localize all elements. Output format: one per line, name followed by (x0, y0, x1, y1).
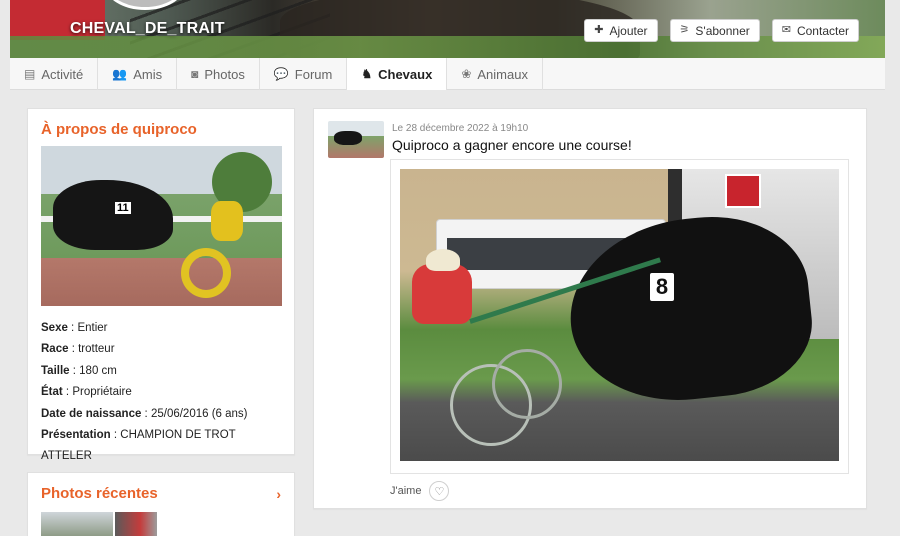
post-date: Le 28 décembre 2022 à 19h10 (392, 123, 529, 134)
recent-photos-header[interactable]: Photos récentes › (41, 485, 281, 502)
envelope-icon: ✉ (781, 24, 791, 36)
newspaper-icon: ▤ (24, 67, 36, 81)
info-label: Sexe (41, 322, 68, 334)
post-header: Le 28 décembre 2022 à 19h10 Quiproco a g… (328, 121, 852, 158)
info-value: Propriétaire (72, 386, 132, 399)
info-row: Date de naissance : 25/06/2016 (6 ans) (41, 407, 248, 420)
photo-detail (53, 180, 173, 250)
post-meta: Le 28 décembre 2022 à 19h10 Quiproco a g… (392, 121, 632, 158)
info-label: Date de naissance (41, 407, 142, 420)
paw-icon: ❀ (461, 67, 472, 81)
post-text: Quiproco a gagner encore une course! (392, 137, 632, 153)
add-user-icon: ✚ (594, 24, 604, 36)
info-row: État : Propriétaire (41, 386, 132, 399)
info-row: Présentation : CHAMPION DE TROT ATTELER (41, 429, 236, 463)
recent-photos-title: Photos récentes (41, 485, 158, 502)
photo-thumbnails (41, 512, 281, 536)
recent-photos-card: Photos récentes › (27, 472, 295, 536)
race-number: 11 (115, 202, 131, 214)
info-value: Entier (77, 322, 108, 334)
about-card: À propos de quiproco 11 Sexe : Entier Ra… (27, 108, 295, 462)
tab-label: Animaux (477, 66, 528, 82)
info-label: Taille (41, 364, 70, 377)
subscribe-label: S'abonner (695, 23, 750, 38)
info-label: Présentation (41, 429, 111, 442)
horse-icon: ♞ (361, 67, 373, 81)
tab-label: Activité (41, 66, 84, 82)
race-photo: 8 (400, 169, 839, 461)
like-label[interactable]: J'aime (390, 485, 421, 497)
photo-thumbnail[interactable] (41, 512, 113, 536)
photo-detail (211, 201, 243, 241)
photo-detail (492, 349, 562, 419)
race-bib: 8 (648, 271, 676, 303)
contact-label: Contacter (796, 23, 849, 38)
info-row: Sexe : Entier (41, 322, 108, 334)
heart-icon[interactable]: ♡ (429, 481, 450, 501)
info-label: Race (41, 343, 69, 356)
photo-detail (426, 249, 460, 271)
info-value: 180 cm (79, 364, 117, 377)
activity-post: Le 28 décembre 2022 à 19h10 Quiproco a g… (313, 108, 867, 509)
cover-banner: CHEVAL_DE_TRAIT ✚ Ajouter ⚞ S'abonner ✉ … (10, 0, 885, 58)
like-row: J'aime ♡ (390, 481, 450, 501)
contact-button[interactable]: ✉ Contacter (771, 19, 859, 42)
tab-label: Amis (133, 66, 163, 82)
info-label: État (41, 386, 63, 399)
tab-animaux[interactable]: ❀ Animaux (447, 58, 543, 90)
photo-detail (181, 248, 231, 298)
horse-info: Sexe : Entier Race : trotteur Taille : 1… (41, 318, 281, 468)
chevron-right-icon[interactable]: › (276, 486, 281, 502)
info-value: 25/06/2016 (6 ans) (150, 407, 248, 420)
tab-chevaux[interactable]: ♞ Chevaux (347, 58, 448, 90)
info-row: Race : trotteur (41, 343, 115, 356)
rss-icon: ⚞ (679, 24, 690, 36)
add-friend-label: Ajouter (609, 23, 648, 38)
info-value: trotteur (78, 343, 115, 356)
about-title: À propos de quiproco (41, 121, 197, 138)
post-avatar[interactable] (328, 121, 384, 158)
info-row: Taille : 180 cm (41, 364, 117, 377)
photo-detail (412, 264, 472, 324)
tab-label: Photos (204, 66, 245, 82)
tab-label: Chevaux (378, 66, 433, 82)
profile-tabs: ▤ Activité 👥 Amis ◙ Photos 💬 Forum ♞ Che… (10, 58, 885, 90)
camera-icon: ◙ (191, 67, 199, 81)
tab-activite[interactable]: ▤ Activité (10, 58, 99, 90)
tab-label: Forum (294, 66, 333, 82)
users-icon: 👥 (112, 67, 128, 81)
horse-photo[interactable]: 11 (41, 146, 282, 306)
tab-amis[interactable]: 👥 Amis (98, 58, 178, 90)
profile-actions: ✚ Ajouter ⚞ S'abonner ✉ Contacter (584, 19, 859, 42)
post-image[interactable]: 8 (390, 159, 849, 474)
subscribe-button[interactable]: ⚞ S'abonner (669, 19, 760, 42)
photo-thumbnail[interactable] (115, 512, 157, 536)
tab-forum[interactable]: 💬 Forum (260, 58, 348, 90)
chat-icon: 💬 (273, 67, 289, 81)
tab-photos[interactable]: ◙ Photos (177, 58, 260, 90)
profile-name: CHEVAL_DE_TRAIT (70, 20, 225, 37)
add-friend-button[interactable]: ✚ Ajouter (584, 19, 658, 42)
photo-detail (725, 174, 761, 208)
